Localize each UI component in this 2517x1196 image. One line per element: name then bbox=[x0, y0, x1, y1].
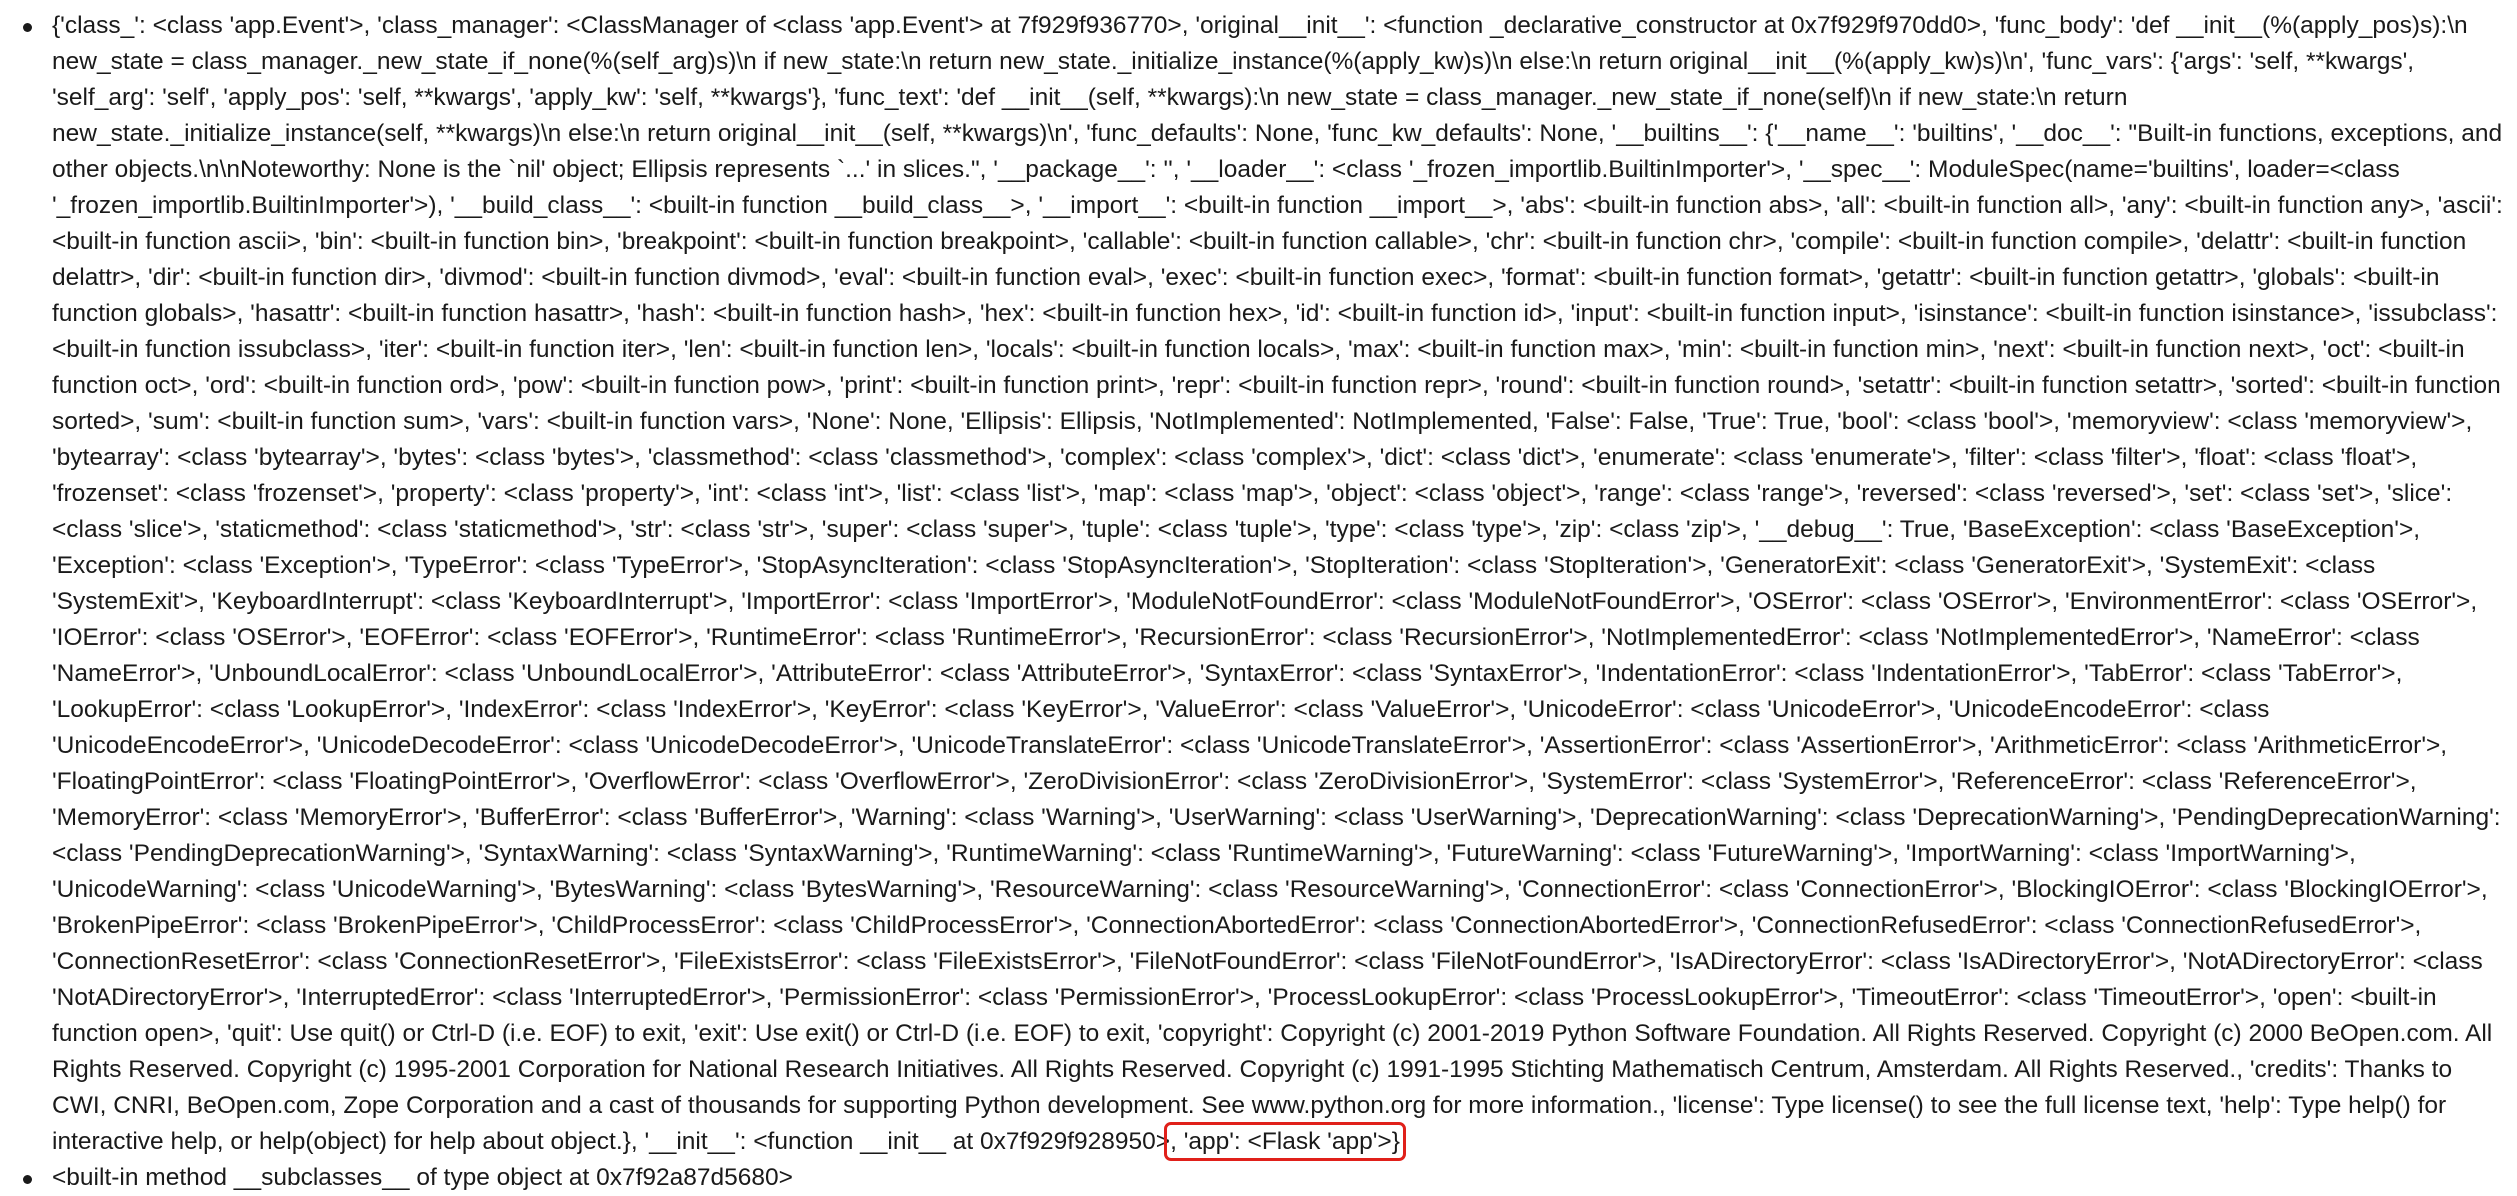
subclasses-method-text: <built-in method __subclasses__ of type … bbox=[52, 1164, 793, 1191]
list-item bbox=[52, 0, 2517, 8]
highlighted-flask-app: , 'app': <Flask 'app'>} bbox=[1164, 1122, 1406, 1161]
page-content: {'class_': <class 'app.Event'>, 'class_m… bbox=[0, 0, 2517, 1196]
dict-dump-text: {'class_': <class 'app.Event'>, 'class_m… bbox=[52, 12, 2503, 1155]
bullet-icon bbox=[23, 23, 32, 32]
output-list: {'class_': <class 'app.Event'>, 'class_m… bbox=[0, 0, 2517, 1196]
bullet-icon bbox=[23, 1175, 32, 1184]
list-item: <built-in method __subclasses__ of type … bbox=[23, 1160, 2517, 1196]
list-item: {'class_': <class 'app.Event'>, 'class_m… bbox=[23, 8, 2510, 1161]
